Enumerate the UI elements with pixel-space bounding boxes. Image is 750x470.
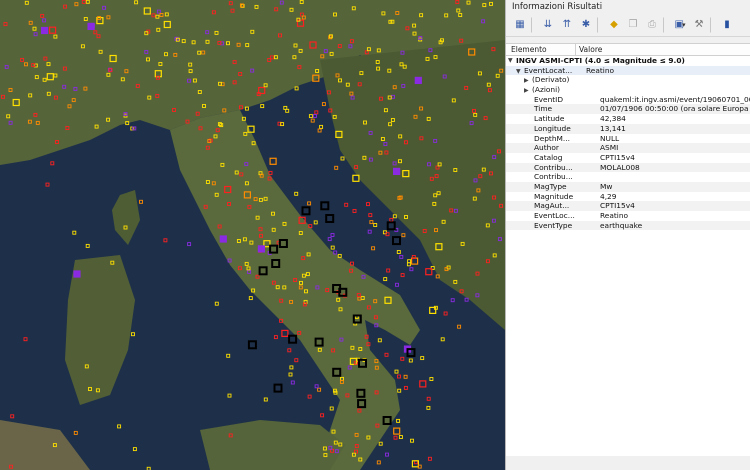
tree-header: Elemento Valore (506, 43, 750, 56)
earthquake-marker[interactable] (414, 76, 422, 85)
expanded-arrow-icon[interactable]: ▼ (508, 56, 516, 66)
feature-value: Reatino (586, 65, 615, 75)
earthquake-marker[interactable] (393, 167, 401, 175)
attribute-value: Mw (600, 181, 613, 191)
attribute-key: Catalog (534, 152, 563, 162)
attribute-list: EventID quakeml:it.ingv.asmi/event/190607… (506, 95, 750, 231)
collapse-icon[interactable]: ⇊ (540, 17, 556, 33)
column-element[interactable]: Elemento (506, 44, 576, 55)
attribute-row[interactable]: MagType Mw (506, 181, 750, 192)
derived-label: (Derivato) (532, 75, 570, 85)
attribute-row[interactable]: Latitude 42,384 (506, 114, 750, 124)
attribute-key: Author (534, 143, 559, 153)
attribute-value: earthquake (600, 220, 643, 230)
attribute-value: 01/07/1906 00:50:00 (ora solare Europa o… (600, 104, 750, 114)
attribute-value: MOLAL008 (600, 162, 640, 172)
attribute-value: 42,384 (600, 114, 626, 124)
attribute-row[interactable]: EventLoc... Reatino (506, 211, 750, 221)
settings-icon[interactable]: ⚒ (691, 17, 707, 33)
derived-node[interactable]: ▶ (Derivato) (506, 75, 750, 85)
attribute-value: NULL (600, 133, 620, 143)
feature-node[interactable]: ▼ EventLocat... Reatino (506, 65, 750, 76)
help-icon[interactable]: ▮ (719, 17, 735, 33)
attribute-row[interactable]: Catalog CPTI15v4 (506, 153, 750, 163)
attribute-row[interactable]: Time 01/07/1906 00:50:00 (ora solare Euro… (506, 104, 750, 115)
expand-all-icon[interactable]: ⇈ (559, 17, 575, 33)
tree-expand-icon[interactable]: ▦ (512, 17, 528, 33)
attribute-value: CPTI15v4 (600, 201, 635, 211)
deselect-icon[interactable]: ✱ (578, 17, 594, 33)
attribute-value: quakeml:it.ingv.asmi/event/19060701_0050… (600, 94, 750, 104)
attribute-value: 13,141 (600, 123, 626, 133)
toolbar-separator (531, 17, 537, 33)
collapsed-arrow-icon[interactable]: ▶ (524, 86, 532, 95)
attribute-key: Contribu... (534, 162, 573, 172)
toolbar-separator (710, 17, 716, 33)
attribute-value: ASMI (600, 143, 619, 153)
earthquake-marker[interactable] (40, 26, 49, 35)
panel-title: Informazioni Risultati (512, 2, 603, 12)
attribute-key: Time (534, 104, 553, 114)
attribute-value (596, 172, 750, 182)
attribute-row[interactable]: Contribu... (506, 172, 750, 182)
toolbar-separator (663, 17, 669, 33)
expanded-arrow-icon[interactable]: ▼ (516, 67, 524, 76)
layer-label: INGV ASMI-CPTI (4.0 ≤ Magnitude ≤ 9.0) (516, 56, 685, 65)
feature-key: EventLocat... (524, 65, 573, 75)
actions-node[interactable]: ▶ (Azioni) (506, 85, 750, 95)
attribute-key: Contribu... (534, 172, 573, 182)
attribute-row[interactable]: DepthM... NULL (506, 134, 750, 144)
collapsed-arrow-icon[interactable]: ▶ (524, 76, 532, 85)
attribute-row[interactable]: MagAut... CPTI15v4 (506, 201, 750, 211)
attribute-row[interactable]: Contribu... MOLAL008 (506, 162, 750, 173)
attribute-key: EventID (534, 94, 564, 104)
earthquake-marker[interactable] (73, 270, 81, 278)
map-canvas[interactable] (0, 0, 505, 470)
attribute-key: EventType (534, 220, 573, 230)
attribute-row[interactable]: Author ASMI (506, 143, 750, 153)
highlight-icon[interactable]: ◆ (606, 17, 622, 33)
identify-results-panel: Informazioni Risultati ▦ ⇊ ⇈ ✱ ◆ ❐ ⎙ ▣ ▾ … (505, 0, 750, 470)
attribute-key: DepthM... (534, 133, 570, 143)
earthquake-marker[interactable] (257, 245, 265, 253)
column-value[interactable]: Valore (576, 44, 750, 55)
results-tree[interactable]: ▼ INGV ASMI-CPTI (4.0 ≤ Magnitude ≤ 9.0) … (506, 56, 750, 456)
attribute-key: MagType (534, 181, 567, 191)
attribute-key: Latitude (534, 114, 565, 124)
panel-toolbar: ▦ ⇊ ⇈ ✱ ◆ ❐ ⎙ ▣ ▾ ⚒ ▮ (506, 14, 750, 37)
attribute-row[interactable]: Magnitude 4,29 (506, 192, 750, 202)
attribute-key: Longitude (534, 123, 571, 133)
layer-node[interactable]: ▼ INGV ASMI-CPTI (4.0 ≤ Magnitude ≤ 9.0) (506, 56, 750, 66)
actions-label: (Azioni) (532, 85, 561, 95)
attribute-value: Reatino (600, 211, 629, 220)
copy-icon[interactable]: ❐ (625, 17, 641, 33)
attribute-row[interactable]: EventID quakeml:it.ingv.asmi/event/190607… (506, 95, 750, 105)
attribute-value: 4,29 (600, 191, 617, 201)
attribute-key: EventLoc... (534, 211, 575, 220)
attribute-key: Magnitude (534, 191, 574, 201)
toolbar-separator (597, 17, 603, 33)
earthquake-map[interactable] (0, 0, 505, 470)
earthquake-marker[interactable] (219, 235, 227, 243)
attribute-row[interactable]: EventType earthquake (506, 220, 750, 231)
attribute-value: CPTI15v4 (600, 152, 635, 162)
attribute-row[interactable]: Longitude 13,141 (506, 123, 750, 134)
identify-mode-icon[interactable]: ▣ ▾ (672, 17, 688, 33)
attribute-key: MagAut... (534, 201, 570, 211)
print-icon[interactable]: ⎙ (644, 17, 660, 33)
